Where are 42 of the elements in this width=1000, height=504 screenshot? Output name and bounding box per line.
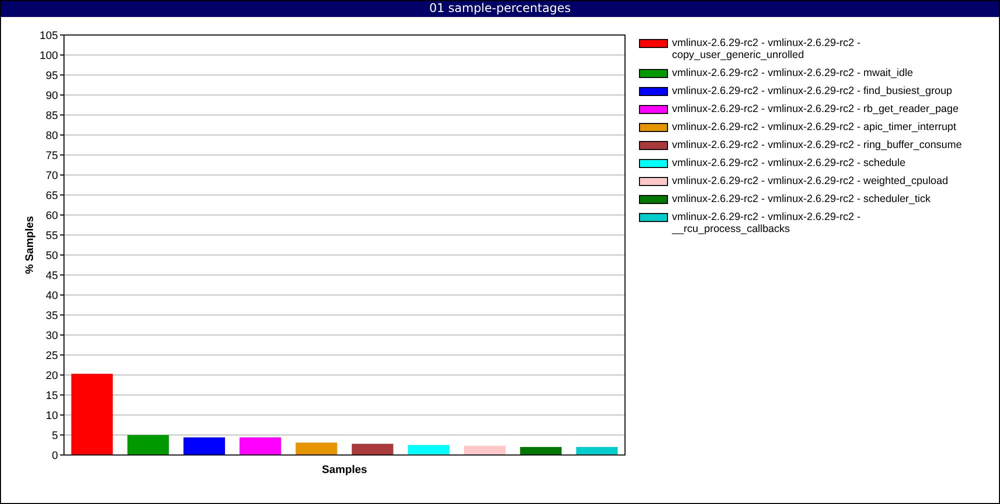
- axis-tick-label: 55: [46, 230, 58, 242]
- legend-label: vmlinux-2.6.29-rc2 - vmlinux-2.6.29-rc2 - find_busiest_group: [672, 85, 952, 97]
- axis-tick-label: 65: [46, 190, 58, 202]
- legend-label: vmlinux-2.6.29-rc2 - vmlinux-2.6.29-rc2 - __rcu_process_callbacks: [672, 211, 862, 235]
- chart-bar: [127, 435, 169, 455]
- legend-label: vmlinux-2.6.29-rc2 - vmlinux-2.6.29-rc2 - ring_buffer_consume: [672, 139, 962, 151]
- axis-tick-label: 90: [46, 90, 58, 102]
- y-axis-title: % Samples: [24, 216, 36, 274]
- axis-tick-label: 60: [46, 210, 58, 222]
- legend-label: vmlinux-2.6.29-rc2 - vmlinux-2.6.29-rc2 - mwait_idle: [672, 67, 913, 79]
- axis-tick-label: 75: [46, 150, 58, 162]
- axis-tick-label: 5: [52, 430, 58, 442]
- axis-tick-label: 25: [46, 350, 58, 362]
- legend-label: vmlinux-2.6.29-rc2 - vmlinux-2.6.29-rc2 - weighted_cpuload: [672, 175, 948, 187]
- axis-tick-label: 50: [46, 250, 58, 262]
- chart-bar: [520, 447, 562, 455]
- axis-tick-label: 70: [46, 170, 58, 182]
- legend-label: vmlinux-2.6.29-rc2 - vmlinux-2.6.29-rc2 - scheduler_tick: [672, 193, 931, 205]
- legend-label: vmlinux-2.6.29-rc2 - vmlinux-2.6.29-rc2 - rb_get_reader_page: [672, 103, 959, 115]
- legend-label: vmlinux-2.6.29-rc2 - vmlinux-2.6.29-rc2 - copy_user_generic_unrolled: [672, 37, 862, 61]
- chart-bar: [296, 442, 338, 455]
- legend-label: vmlinux-2.6.29-rc2 - vmlinux-2.6.29-rc2 - apic_timer_interrupt: [672, 121, 956, 133]
- chart-bar: [184, 437, 225, 455]
- axis-tick-label: 85: [46, 110, 58, 122]
- axis-tick-label: 95: [46, 70, 58, 82]
- axis-tick-label: 80: [46, 130, 58, 142]
- axis-tick-label: 35: [46, 310, 58, 322]
- axis-tick-label: 105: [40, 30, 58, 42]
- axis-tick-label: 100: [40, 50, 58, 62]
- axis-tick-label: 40: [46, 290, 58, 302]
- x-axis-title: Samples: [322, 464, 368, 476]
- chart-bar: [576, 447, 618, 455]
- window-title: 01 sample-percentages: [429, 1, 571, 15]
- legend-label: vmlinux-2.6.29-rc2 - vmlinux-2.6.29-rc2 - schedule: [672, 157, 906, 169]
- axis-tick-label: 30: [46, 330, 58, 342]
- axis-tick-label: 10: [46, 410, 58, 422]
- axis-tick-label: 20: [46, 370, 58, 382]
- chart-bar: [408, 445, 450, 455]
- chart-bar: [240, 437, 282, 455]
- axis-tick-label: 0: [52, 450, 58, 462]
- axis-tick-label: 15: [46, 390, 58, 402]
- axis-tick-label: 45: [46, 270, 58, 282]
